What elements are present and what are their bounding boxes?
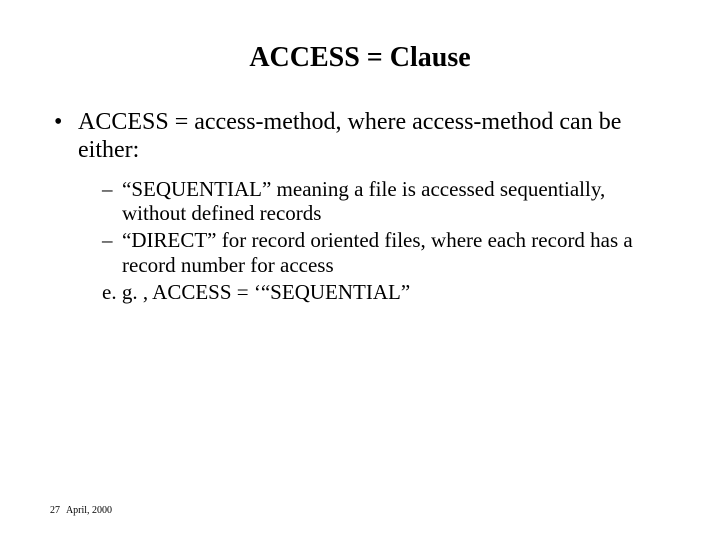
page-number: 27 — [50, 505, 60, 516]
bullet-list: ACCESS = access-method, where access-met… — [50, 108, 670, 304]
bullet-item: ACCESS = access-method, where access-met… — [50, 108, 670, 304]
bullet-text: ACCESS = access-method, where access-met… — [78, 109, 621, 163]
sub-bullet-item: “SEQUENTIAL” meaning a file is accessed … — [102, 177, 670, 227]
footer-date: April, 2000 — [66, 505, 112, 516]
footer: 27 April, 2000 — [50, 505, 112, 516]
sub-bullet-list: “SEQUENTIAL” meaning a file is accessed … — [78, 177, 670, 278]
sub-bullet-item: “DIRECT” for record oriented files, wher… — [102, 228, 670, 278]
slide: ACCESS = Clause ACCESS = access-method, … — [0, 0, 720, 540]
slide-body: ACCESS = access-method, where access-met… — [50, 108, 670, 304]
slide-title: ACCESS = Clause — [0, 42, 720, 74]
example-line: e. g. , ACCESS = ‘“SEQUENTIAL” — [102, 280, 670, 305]
